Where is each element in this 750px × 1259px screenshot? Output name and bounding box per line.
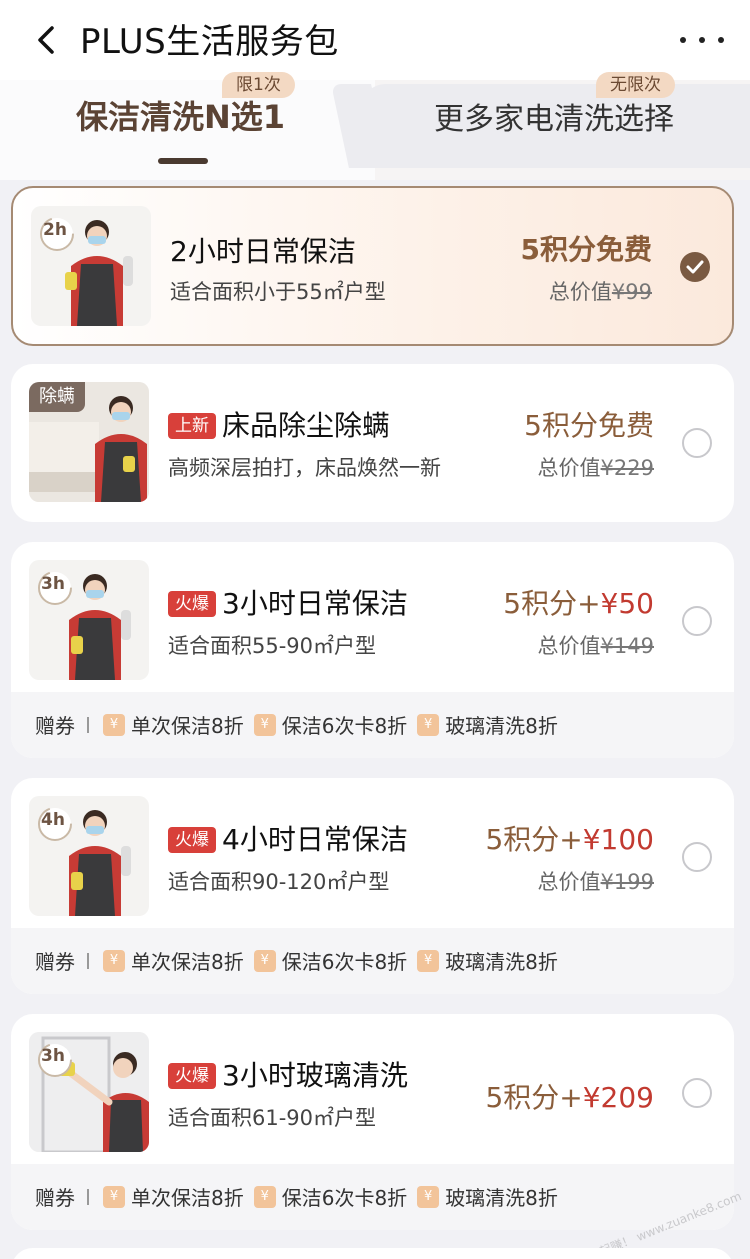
service-desc: 适合面积90-120㎡户型	[168, 870, 390, 894]
radio-button[interactable]	[682, 1078, 712, 1108]
voucher-label: 赠券	[35, 714, 75, 738]
divider	[87, 952, 89, 969]
voucher-item: ¥ 保洁6次卡8折	[253, 710, 407, 739]
voucher-label: 赠券	[35, 1186, 75, 1210]
service-price: 5积分+¥209	[485, 1081, 654, 1114]
bed-cleaner-photo: 除螨	[29, 382, 149, 502]
new-label: 上新	[168, 413, 216, 439]
service-price: 5积分免费	[520, 233, 652, 266]
service-original-value: 总价值¥199	[537, 870, 654, 894]
service-price: 5积分+¥50	[503, 587, 654, 620]
voucher-item: ¥ 保洁6次卡8折	[253, 1182, 407, 1211]
service-desc: 适合面积55-90㎡户型	[168, 634, 377, 658]
voucher-item: ¥ 单次保洁8折	[103, 710, 244, 739]
back-arrow-icon[interactable]	[30, 22, 64, 58]
radio-button[interactable]	[682, 842, 712, 872]
voucher-item: ¥ 玻璃清洗8折	[417, 1182, 558, 1211]
voucher-bar: 赠券 ¥ 单次保洁8折 ¥ 保洁6次卡8折 ¥ 玻璃清洗8折	[11, 692, 734, 758]
service-original-value: 总价值¥229	[537, 456, 654, 480]
service-title-row: 火爆 3小时日常保洁	[168, 582, 408, 622]
service-title-row: 火爆 4小时日常保洁	[168, 818, 408, 858]
service-title-row: 火爆 3小时玻璃清洗	[168, 1054, 408, 1094]
top-bar: PLUS生活服务包	[0, 0, 750, 80]
service-original-value: 总价值¥99	[548, 280, 652, 304]
hot-label: 火爆	[168, 1063, 216, 1089]
coupon-icon: ¥	[417, 949, 440, 972]
hot-label: 火爆	[168, 591, 216, 617]
thumb-tag-mite: 除螨	[29, 382, 85, 412]
coupon-icon: ¥	[103, 949, 125, 972]
duration-badge: 3h	[41, 1046, 65, 1066]
coupon-icon: ¥	[253, 1185, 276, 1208]
service-title-row: 上新 床品除尘除螨	[168, 404, 390, 444]
duration-badge: 3h	[41, 574, 65, 594]
service-desc: 适合面积61-90㎡户型	[168, 1106, 377, 1130]
cleaner-photo: 3h	[29, 560, 149, 680]
more-dots-icon[interactable]	[680, 26, 724, 54]
voucher-bar: 赠券 ¥ 单次保洁8折 ¥ 保洁6次卡8折 ¥ 玻璃清洗8折	[11, 1164, 734, 1230]
coupon-icon: ¥	[417, 713, 440, 736]
radio-button[interactable]	[682, 606, 712, 636]
tab-cleaning-choose-one[interactable]: 保洁清洗N选1	[76, 92, 285, 138]
service-desc: 适合面积小于55㎡户型	[170, 280, 386, 304]
coupon-icon: ¥	[253, 713, 276, 736]
service-card-4h-cleaning[interactable]: 4h 火爆 4小时日常保洁 适合面积90-120㎡户型 5积分+¥100 总价值¥…	[11, 778, 734, 994]
voucher-item: ¥ 玻璃清洗8折	[417, 710, 558, 739]
cleaner-photo: 4h	[29, 796, 149, 916]
service-card-3h-cleaning[interactable]: 3h 火爆 3小时日常保洁 适合面积55-90㎡户型 5积分+¥50 总价值¥14…	[11, 542, 734, 758]
duration-badge: 4h	[41, 810, 65, 830]
window-cleaner-photo: 3h	[29, 1032, 149, 1152]
next-service-card-partial	[11, 1248, 734, 1259]
tab-more-appliance-cleaning[interactable]: 更多家电清洗选择	[434, 94, 674, 138]
page-title: PLUS生活服务包	[80, 22, 339, 62]
voucher-item: ¥ 单次保洁8折	[103, 1182, 244, 1211]
voucher-item: ¥ 玻璃清洗8折	[417, 946, 558, 975]
coupon-icon: ¥	[417, 1185, 440, 1208]
divider	[87, 716, 89, 733]
service-price: 5积分免费	[524, 409, 654, 442]
service-title: 2小时日常保洁	[170, 235, 356, 268]
cleaner-photo: 2h	[31, 206, 151, 326]
service-price: 5积分+¥100	[485, 823, 654, 856]
service-desc: 高频深层拍打，床品焕然一新	[168, 456, 441, 480]
voucher-bar: 赠券 ¥ 单次保洁8折 ¥ 保洁6次卡8折 ¥ 玻璃清洗8折	[11, 928, 734, 994]
divider	[87, 1188, 89, 1205]
tab-active-indicator	[158, 158, 208, 164]
radio-button[interactable]	[682, 428, 712, 458]
voucher-item: ¥ 保洁6次卡8折	[253, 946, 407, 975]
duration-badge: 2h	[43, 220, 67, 240]
coupon-icon: ¥	[103, 1185, 125, 1208]
selected-check-icon[interactable]	[680, 252, 710, 282]
service-card-2h-cleaning[interactable]: 2h 2小时日常保洁 适合面积小于55㎡户型 5积分免费 总价值¥99	[11, 186, 734, 346]
coupon-icon: ¥	[253, 949, 276, 972]
voucher-label: 赠券	[35, 950, 75, 974]
coupon-icon: ¥	[103, 713, 125, 736]
service-original-value: 总价值¥149	[537, 634, 654, 658]
hot-label: 火爆	[168, 827, 216, 853]
service-card-3h-window-cleaning[interactable]: 3h 火爆 3小时玻璃清洗 适合面积61-90㎡户型 5积分+¥209 赠券 ¥ 单…	[11, 1014, 734, 1230]
service-card-bed-mite-removal[interactable]: 除螨 上新 床品除尘除螨 高频深层拍打，床品焕然一新 5积分免费 总价值¥229	[11, 364, 734, 522]
voucher-item: ¥ 单次保洁8折	[103, 946, 244, 975]
